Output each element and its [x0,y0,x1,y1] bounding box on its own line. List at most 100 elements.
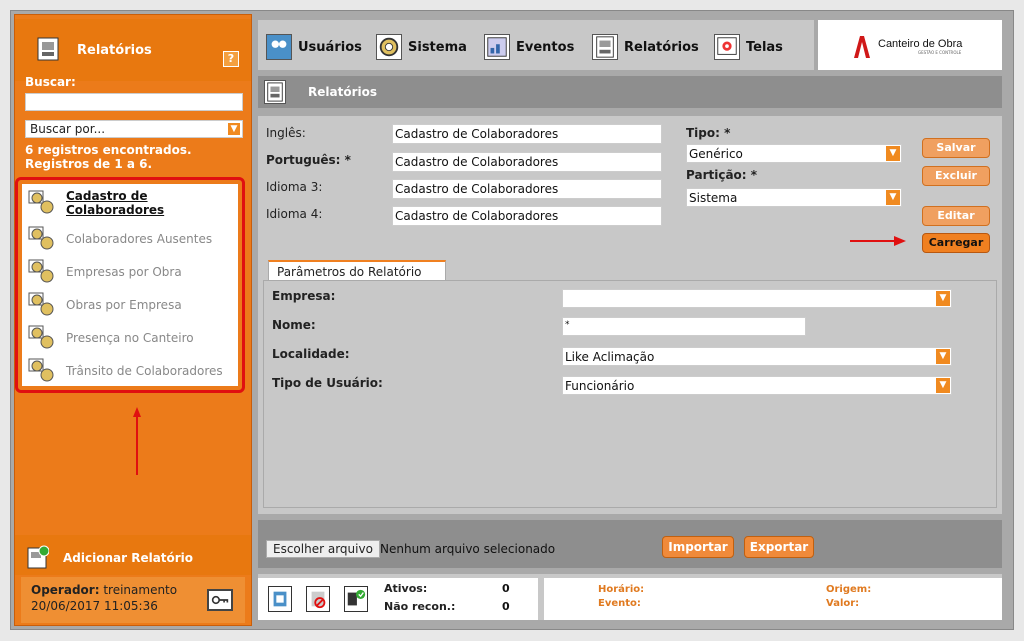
list-item-label: Empresas por Obra [66,264,182,279]
idioma3-label: Idioma 3: [266,180,323,194]
chevron-down-icon[interactable]: ▼ [935,377,951,394]
chevron-down-icon[interactable]: ▼ [885,189,901,206]
chevron-down-icon[interactable]: ▼ [227,122,241,136]
device-blocked-icon[interactable] [306,586,330,612]
list-item[interactable]: Presença no Canteiro [22,321,238,354]
report-icon [37,37,59,61]
nav-relatorios[interactable]: Relatórios [592,34,699,60]
search-label: Buscar: [25,75,76,89]
add-report-label: Adicionar Relatório [63,551,194,565]
particao-value: Sistema [689,191,738,205]
report-list: Cadastro de Colaboradores Colaboradores … [15,177,245,393]
nav-label: Eventos [516,39,575,55]
empresa-label: Empresa: [272,289,336,303]
idioma4-field[interactable]: Cadastro de Colaboradores [392,206,662,226]
event-info: Horário: Evento: Origem: Valor: [538,578,1002,620]
chevron-down-icon[interactable]: ▼ [885,145,901,162]
events-icon [484,34,510,60]
logo-icon [854,36,870,58]
results-count: 6 registros encontrados. [25,143,192,157]
portugues-field[interactable]: Cadastro de Colaboradores [392,152,662,172]
operator-name: treinamento [103,583,178,597]
load-button[interactable]: Carregar [922,233,990,253]
list-item[interactable]: Trânsito de Colaboradores [22,354,238,387]
nao-recon-label: Não recon.: [384,600,456,613]
list-item-label: Trânsito de Colaboradores [66,363,223,378]
chevron-down-icon[interactable]: ▼ [935,348,951,365]
chevron-down-icon[interactable]: ▼ [935,290,951,307]
users-icon [266,34,292,60]
help-icon[interactable]: ? [223,51,239,67]
particao-label: Partição: * [686,168,758,182]
delete-button[interactable]: Excluir [922,166,990,186]
save-button[interactable]: Salvar [922,138,990,158]
choose-file-button[interactable]: Escolher arquivo [266,540,380,558]
list-item-label: Cadastro de Colaboradores [66,189,165,217]
export-button[interactable]: Exportar [744,536,814,558]
import-button[interactable]: Importar [662,536,734,558]
brand-logo: Canteiro de Obra GESTÃO E CONTROLE [818,20,1002,70]
ingles-field[interactable]: Cadastro de Colaboradores [392,124,662,144]
search-by-select[interactable]: Buscar por... ▼ [25,120,243,138]
horario-label: Horário: [598,584,645,595]
key-icon[interactable] [207,589,233,611]
idioma4-label: Idioma 4: [266,207,323,221]
page-header: Relatórios [258,76,1002,108]
nav-usuarios[interactable]: Usuários [266,34,362,60]
nome-label: Nome: [272,318,316,332]
tipo-label: Tipo: * [686,126,731,140]
evento-label: Evento: [598,598,641,609]
add-report-button[interactable]: Adicionar Relatório [15,535,251,575]
report-form: Inglês: Cadastro de Colaboradores Portug… [258,116,1002,514]
red-arrow-up-icon [133,407,141,475]
list-item[interactable]: Empresas por Obra [22,255,238,288]
list-item[interactable]: Obras por Empresa [22,288,238,321]
tab-parametros[interactable]: Parâmetros do Relatório [268,260,446,280]
device-ok-icon[interactable] [344,586,368,612]
report-list-inner: Cadastro de Colaboradores Colaboradores … [22,184,238,386]
gears-icon [28,190,54,214]
localidade-value: Like Aclimação [565,350,655,364]
nome-field[interactable]: * [562,317,806,336]
operator-label: Operador: [31,583,100,597]
report-icon [592,34,618,60]
ingles-label: Inglês: [266,126,306,140]
nav-label: Relatórios [624,39,699,55]
file-status: Nenhum arquivo selecionado [380,542,556,556]
nav-sistema[interactable]: Sistema [376,34,467,60]
ativos-value: 0 [502,582,510,595]
idioma3-field[interactable]: Cadastro de Colaboradores [392,179,662,199]
portugues-label: Português: * [266,153,351,167]
tipo-usuario-select[interactable]: Funcionário ▼ [562,376,952,395]
search-input[interactable] [25,93,243,111]
logo-subtext: GESTÃO E CONTROLE [918,50,962,55]
edit-button[interactable]: Editar [922,206,990,226]
gears-icon [28,325,54,348]
logo-text: Canteiro de Obra [878,38,963,50]
import-bar: Escolher arquivo Nenhum arquivo selecion… [258,520,1002,568]
nav-label: Telas [746,39,783,55]
list-item-label: Colaboradores Ausentes [66,231,213,246]
list-item[interactable]: Colaboradores Ausentes [22,222,238,255]
list-item[interactable]: Cadastro de Colaboradores [22,184,238,222]
device-icon[interactable] [268,586,292,612]
localidade-select[interactable]: Like Aclimação ▼ [562,347,952,366]
gears-icon [28,358,54,381]
nav-eventos[interactable]: Eventos [484,34,574,60]
report-icon [264,80,286,104]
status-bar: Ativos: 0 Não recon.: 0 Horário: Evento:… [258,574,1002,620]
tipo-select[interactable]: Genérico ▼ [686,144,902,163]
origem-label: Origem: [826,584,872,595]
red-arrow-right-icon [850,236,906,246]
nav-telas[interactable]: Telas [714,34,783,60]
sidebar: Relatórios ? Buscar: Buscar por... ▼ 6 r… [14,14,252,626]
particao-select[interactable]: Sistema ▼ [686,188,902,207]
add-report-icon [27,545,49,569]
gear-icon [376,34,402,60]
list-item-label: Obras por Empresa [66,297,182,312]
empresa-select[interactable]: ▼ [562,289,952,308]
sidebar-title: Relatórios [77,43,152,58]
results-info: 6 registros encontrados. Registros de 1 … [25,143,192,171]
localidade-label: Localidade: [272,347,350,361]
ativos-label: Ativos: [384,582,428,595]
